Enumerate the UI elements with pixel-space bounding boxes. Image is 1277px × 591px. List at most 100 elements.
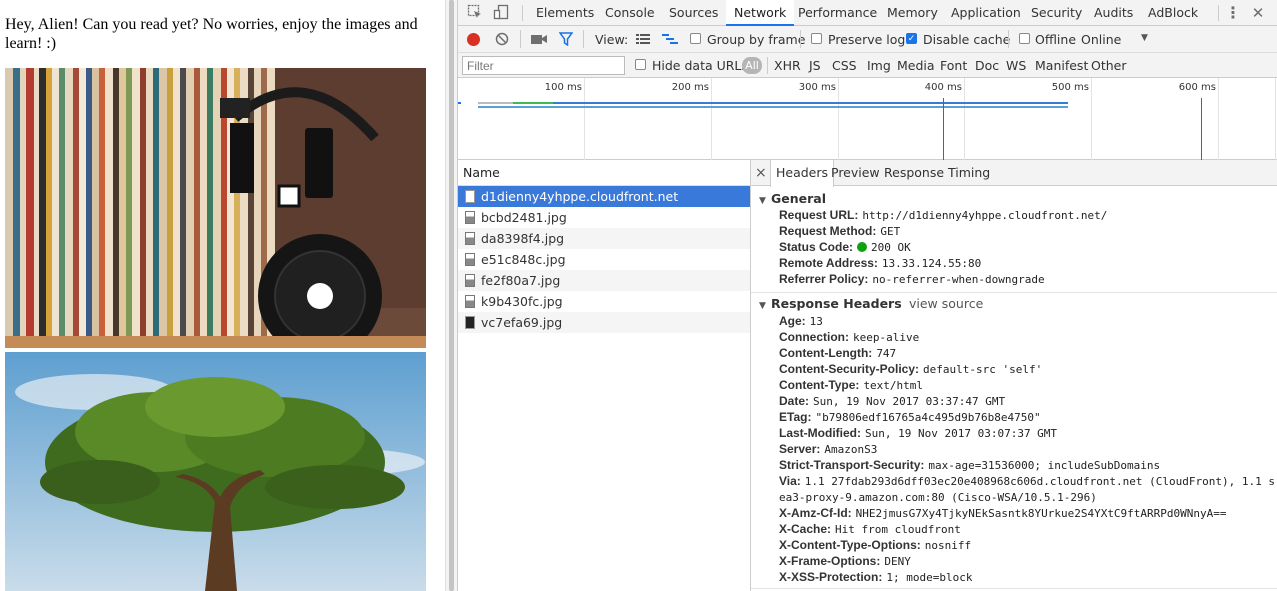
header-key: Content-Type:: [779, 378, 860, 392]
more-options-icon[interactable]: ⋮: [1224, 4, 1242, 22]
timeline-gridline: [1091, 78, 1092, 160]
response-headers-section-title[interactable]: ▼ Response Headers: [759, 296, 902, 311]
filter-type-media[interactable]: Media: [897, 58, 935, 73]
request-name: d1dienny4yhppe.cloudfront.net: [481, 189, 679, 204]
hide-data-urls-checkbox[interactable]: [635, 59, 646, 70]
toolbar-divider: [583, 30, 584, 48]
filter-type-manifest[interactable]: Manifest: [1035, 58, 1088, 73]
header-row-continuation: ea3-proxy-9.amazon.com:80 (Cisco-WSA/10.…: [779, 489, 1097, 506]
group-by-frame-label: Group by frame: [707, 32, 806, 47]
header-key: ETag:: [779, 410, 812, 424]
group-by-frame-checkbox[interactable]: [690, 33, 701, 44]
header-key: Request URL:: [779, 208, 859, 222]
header-row: X-XSS-Protection: 1; mode=block: [779, 569, 972, 586]
timeline-bar: [553, 102, 1068, 104]
network-overview-timeline[interactable]: 100 ms 200 ms 300 ms 400 ms 500 ms 600 m…: [458, 78, 1277, 160]
filter-type-ws[interactable]: WS: [1006, 58, 1026, 73]
general-section-title[interactable]: ▼ General: [759, 191, 826, 206]
tab-preview[interactable]: Preview: [831, 160, 880, 186]
request-row[interactable]: k9b430fc.jpg: [458, 291, 750, 312]
header-row: Request Method: GET: [779, 223, 900, 240]
filter-type-js[interactable]: JS: [809, 58, 821, 73]
filter-type-css[interactable]: CSS: [832, 58, 857, 73]
preserve-log-checkbox[interactable]: [811, 33, 822, 44]
filter-type-other[interactable]: Other: [1091, 58, 1127, 73]
close-details-icon[interactable]: ×: [755, 160, 767, 186]
filter-input[interactable]: [462, 56, 625, 75]
device-toolbar-icon[interactable]: [492, 4, 510, 22]
clear-icon[interactable]: [495, 32, 509, 46]
large-rows-icon[interactable]: [636, 33, 650, 48]
timeline-gridline: [584, 78, 585, 160]
filter-type-img[interactable]: Img: [867, 58, 891, 73]
timeline-gridline: [1275, 78, 1276, 160]
timeline-tick: 300 ms: [798, 82, 836, 93]
page-greeting-text: Hey, Alien! Can you read yet? No worries…: [5, 16, 418, 52]
header-row: Content-Security-Policy: default-src 'sel…: [779, 361, 1042, 378]
waterfall-overview-icon[interactable]: [662, 33, 678, 48]
throttling-select[interactable]: Online: [1081, 32, 1121, 47]
tab-response[interactable]: Response: [884, 160, 944, 186]
tab-sources[interactable]: Sources: [669, 0, 718, 26]
request-row[interactable]: vc7efa69.jpg: [458, 312, 750, 333]
request-row[interactable]: fe2f80a7.jpg: [458, 270, 750, 291]
header-key: Server:: [779, 442, 821, 456]
tab-console[interactable]: Console: [605, 0, 655, 26]
timeline-tick: 500 ms: [1051, 82, 1089, 93]
filter-type-font[interactable]: Font: [940, 58, 967, 73]
toolbar-divider: [520, 30, 521, 48]
tab-headers[interactable]: Headers: [770, 160, 835, 187]
tab-adblock[interactable]: AdBlock: [1148, 0, 1198, 26]
header-key: X-Amz-Cf-Id:: [779, 506, 852, 520]
filter-type-all[interactable]: All: [742, 57, 762, 74]
inspect-element-icon[interactable]: [466, 4, 484, 22]
details-tabbar: × Headers Preview Response Timing: [751, 160, 1277, 187]
header-key: Content-Security-Policy:: [779, 362, 920, 376]
header-key: X-Cache:: [779, 522, 832, 536]
timeline-bar: [458, 102, 461, 104]
tab-audits[interactable]: Audits: [1094, 0, 1133, 26]
request-list: Name d1dienny4yhppe.cloudfront.net bcbd2…: [458, 160, 751, 591]
hide-data-urls-label: Hide data URLs: [652, 58, 748, 73]
filter-type-xhr[interactable]: XHR: [774, 58, 801, 73]
splitter-grip[interactable]: [449, 0, 454, 591]
image-file-icon: [465, 316, 475, 329]
filter-icon[interactable]: [558, 32, 574, 49]
tab-elements[interactable]: Elements: [536, 0, 594, 26]
image-file-icon: [465, 253, 475, 266]
header-key: Age:: [779, 314, 806, 328]
request-name: vc7efa69.jpg: [481, 315, 563, 330]
name-column-header[interactable]: Name: [458, 160, 751, 186]
capture-screenshots-icon[interactable]: [531, 33, 547, 48]
view-source-link[interactable]: view source: [909, 296, 983, 311]
header-row: X-Amz-Cf-Id: NHE2jmusG7Xy4TjkyNEkSasntk8Y…: [779, 505, 1227, 522]
request-row[interactable]: d1dienny4yhppe.cloudfront.net: [458, 186, 750, 207]
tab-timing[interactable]: Timing: [948, 160, 990, 186]
filter-type-doc[interactable]: Doc: [975, 58, 999, 73]
tab-security[interactable]: Security: [1031, 0, 1082, 26]
header-key: Via:: [779, 474, 801, 488]
panel-splitter[interactable]: [445, 0, 458, 591]
request-row[interactable]: bcbd2481.jpg: [458, 207, 750, 228]
request-row[interactable]: e51c848c.jpg: [458, 249, 750, 270]
chevron-down-icon[interactable]: ▼: [1141, 33, 1148, 43]
close-devtools-icon[interactable]: ✕: [1249, 4, 1267, 22]
disable-cache-checkbox[interactable]: ✓: [906, 33, 917, 44]
tab-performance[interactable]: Performance: [798, 0, 877, 26]
record-icon[interactable]: [467, 33, 480, 46]
header-key: Last-Modified:: [779, 426, 861, 440]
header-row: Strict-Transport-Security: max-age=315360…: [779, 457, 1160, 474]
tab-network[interactable]: Network: [726, 0, 795, 26]
offline-checkbox[interactable]: [1019, 33, 1030, 44]
header-value: 200 OK: [871, 241, 911, 254]
section-divider: [751, 588, 1277, 589]
image-file-icon: [465, 295, 475, 308]
tab-memory[interactable]: Memory: [887, 0, 938, 26]
header-value: NHE2jmusG7Xy4TjkyNEkSasntk8YUrkue2S4YXtC…: [855, 507, 1227, 520]
request-name: bcbd2481.jpg: [481, 210, 567, 225]
request-name: e51c848c.jpg: [481, 252, 566, 267]
request-row[interactable]: da8398f4.jpg: [458, 228, 750, 249]
header-row: Age: 13: [779, 313, 823, 330]
tab-application[interactable]: Application: [951, 0, 1021, 26]
header-value: http://d1dienny4yhppe.cloudfront.net/: [862, 209, 1108, 222]
